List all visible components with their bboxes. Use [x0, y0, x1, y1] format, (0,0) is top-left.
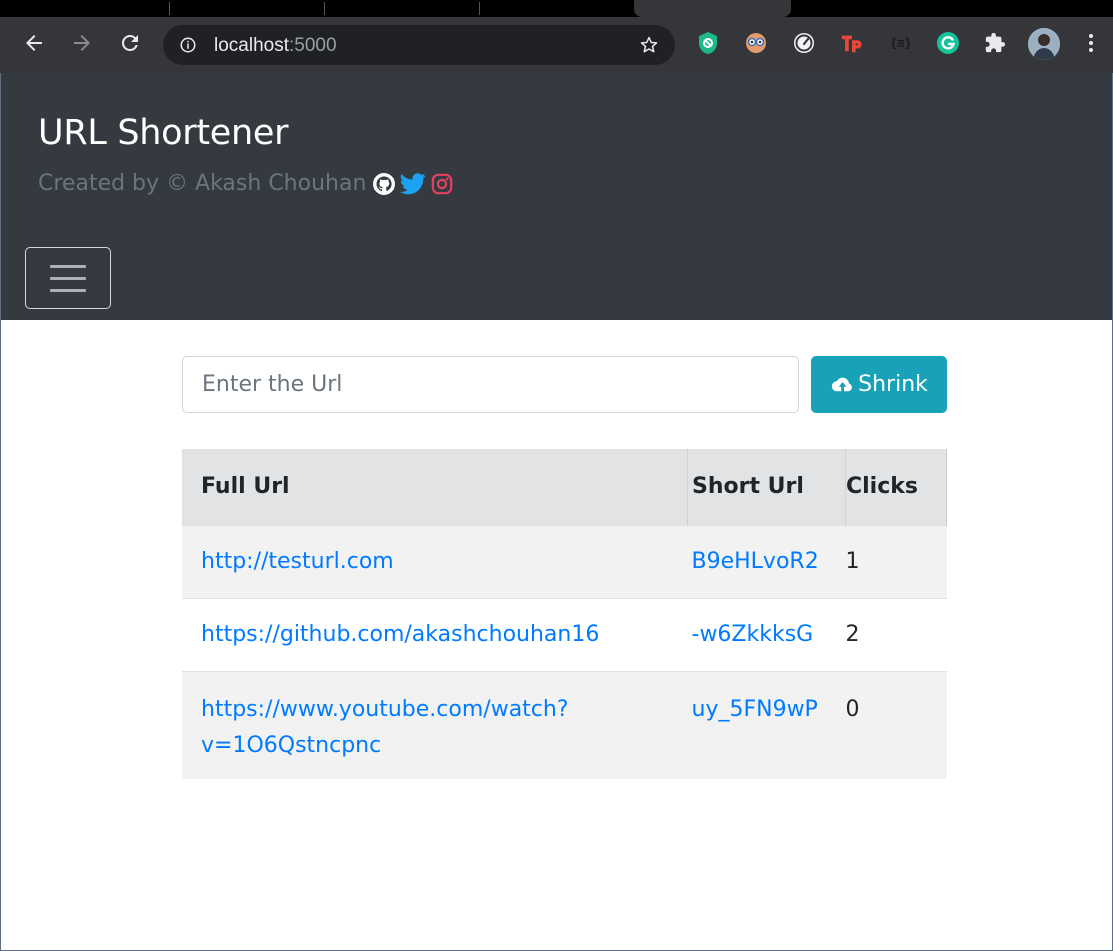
- full-url-line: https://www.youtube.com/watch?: [201, 696, 569, 722]
- extensions-puzzle-icon[interactable]: [983, 31, 1007, 55]
- clicks-cell: 2: [845, 597, 947, 671]
- short-url-cell: -w6ZkkksG: [687, 597, 846, 671]
- full-url-cell: http://testurl.com: [182, 524, 688, 598]
- address-text: localhost:5000: [214, 35, 337, 57]
- bookmark-star-icon[interactable]: [639, 35, 659, 55]
- browser-menu-button[interactable]: [1079, 31, 1103, 55]
- tp-extension-icon[interactable]: [840, 31, 864, 55]
- instagram-icon[interactable]: [431, 173, 453, 195]
- short-url-link[interactable]: B9eHLvoR2: [692, 549, 819, 574]
- short-url-link[interactable]: uy_5FN9wP: [692, 697, 818, 722]
- address-host: localhost: [214, 35, 289, 56]
- back-button[interactable]: [20, 29, 48, 57]
- full-url-link[interactable]: https://www.youtube.com/watch? v=1O6Qstnc…: [201, 697, 569, 758]
- back-arrow-icon: [26, 35, 42, 51]
- github-icon[interactable]: [372, 172, 396, 196]
- face-extension-icon[interactable]: [744, 31, 768, 55]
- shield-extension-icon[interactable]: [696, 31, 720, 55]
- hamburger-bar: [50, 276, 86, 280]
- table-row: http://testurl.com B9eHLvoR2 1: [182, 524, 947, 598]
- avatar-icon: [1028, 28, 1060, 60]
- hamburger-bar: [50, 264, 86, 268]
- browser-tab[interactable]: [0, 0, 170, 17]
- byline-text: Created by © Akash Chouhan: [38, 171, 367, 196]
- browser-tab[interactable]: [170, 0, 325, 17]
- browser-tab[interactable]: [325, 0, 480, 17]
- clicks-cell: 0: [845, 670, 947, 779]
- short-url-link[interactable]: -w6ZkkksG: [692, 622, 814, 647]
- browser-tab-strip: [0, 0, 1113, 17]
- column-header-short-url: Short Url: [687, 449, 846, 525]
- speedometer-extension-icon[interactable]: [792, 31, 816, 55]
- browser-tab-active[interactable]: [634, 0, 791, 17]
- short-url-cell: B9eHLvoR2: [687, 524, 846, 598]
- browser-tab[interactable]: [480, 0, 634, 17]
- shrink-button[interactable]: Shrink: [811, 356, 947, 413]
- profile-avatar[interactable]: [1028, 28, 1060, 60]
- navbar-toggler-button[interactable]: [25, 247, 111, 309]
- shrink-button-label: Shrink: [858, 372, 928, 397]
- reload-icon: [121, 34, 138, 51]
- info-icon[interactable]: [179, 36, 197, 54]
- hamburger-bar: [50, 288, 86, 292]
- full-url-line: v=1O6Qstncpnc: [201, 732, 382, 758]
- clicks-cell: 1: [845, 524, 947, 598]
- forward-arrow-icon: [74, 35, 90, 51]
- url-input[interactable]: [182, 356, 799, 413]
- column-header-clicks: Clicks: [845, 449, 947, 525]
- short-url-cell: uy_5FN9wP: [687, 670, 846, 779]
- table-row: https://github.com/akashchouhan16 -w6Zkk…: [182, 597, 947, 671]
- full-url-cell: https://www.youtube.com/watch? v=1O6Qstnc…: [182, 670, 688, 779]
- cloud-upload-icon: [831, 377, 853, 391]
- byline: Created by © Akash Chouhan: [38, 171, 453, 196]
- full-url-link[interactable]: http://testurl.com: [201, 549, 394, 574]
- svg-text:{≡}: {≡}: [890, 36, 912, 50]
- browser-toolbar: localhost:5000 {≡}: [0, 17, 1113, 73]
- full-url-link[interactable]: https://github.com/akashchouhan16: [201, 622, 599, 647]
- reload-button[interactable]: [116, 29, 144, 57]
- table-header-row: Full Url Short Url Clicks: [182, 449, 947, 525]
- address-bar[interactable]: localhost:5000: [163, 25, 675, 65]
- full-url-cell: https://github.com/akashchouhan16: [182, 597, 688, 671]
- header-jumbotron: URL Shortener Created by © Akash Chouhan: [1, 73, 1112, 320]
- twitter-icon[interactable]: [400, 172, 426, 195]
- json-extension-icon[interactable]: {≡}: [888, 31, 912, 55]
- more-vert-icon: [1089, 34, 1093, 52]
- page-title: URL Shortener: [38, 113, 289, 153]
- urls-table: Full Url Short Url Clicks http://testurl…: [182, 449, 947, 779]
- table-row: https://www.youtube.com/watch? v=1O6Qstnc…: [182, 670, 947, 779]
- page-viewport: URL Shortener Created by © Akash Chouhan…: [0, 73, 1113, 951]
- forward-button[interactable]: [68, 29, 96, 57]
- grammarly-icon[interactable]: [936, 31, 960, 55]
- column-header-full-url: Full Url: [182, 449, 688, 525]
- address-port: :5000: [289, 35, 337, 56]
